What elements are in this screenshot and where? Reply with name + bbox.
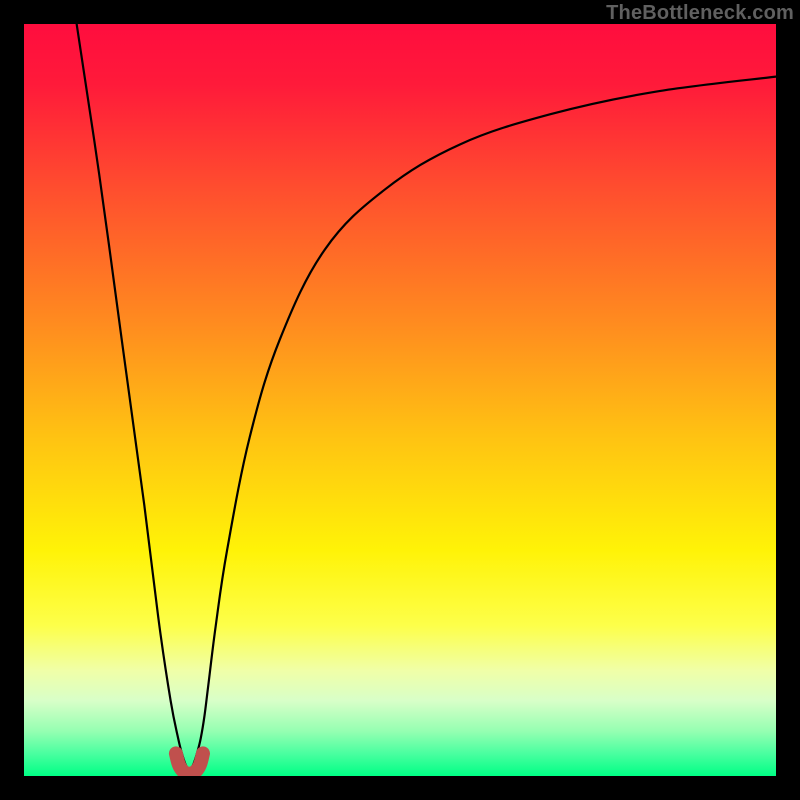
chart-svg (24, 24, 776, 776)
plot-area (24, 24, 776, 776)
gradient-fill (24, 24, 776, 776)
attribution-text: TheBottleneck.com (606, 2, 794, 25)
chart-frame: TheBottleneck.com (0, 0, 800, 800)
